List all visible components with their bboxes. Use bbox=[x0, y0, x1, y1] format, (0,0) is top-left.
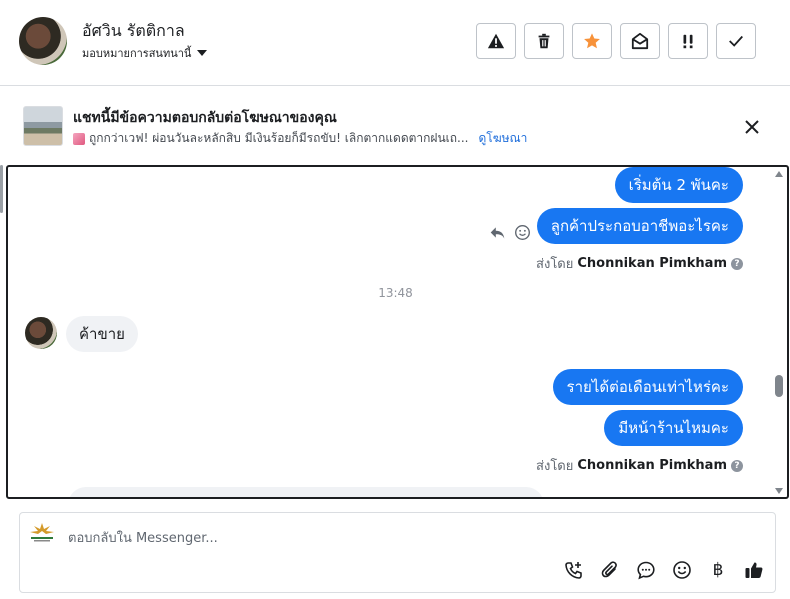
outgoing-message[interactable]: รายได้ต่อเดือนเท่าไหร่คะ bbox=[552, 369, 743, 405]
assign-label: มอบหมายการสนทนานี้ bbox=[82, 47, 192, 60]
mark-done-button[interactable] bbox=[716, 23, 756, 59]
warning-icon bbox=[487, 33, 505, 49]
envelope-open-icon bbox=[631, 32, 649, 50]
sent-by-prefix: ส่งโดย bbox=[536, 459, 574, 474]
star-icon bbox=[584, 33, 600, 49]
outgoing-message[interactable]: เริ่มต้น 2 พันคะ bbox=[614, 167, 743, 203]
payment-button[interactable]: ฿ bbox=[707, 559, 729, 581]
sender-name[interactable]: Chonnikan Pimkham bbox=[577, 256, 727, 271]
sent-by-label: ส่งโดย Chonnikan Pimkham ? bbox=[536, 455, 743, 476]
help-icon[interactable]: ? bbox=[731, 459, 743, 472]
message-input[interactable]: ตอบกลับใน Messenger... bbox=[68, 527, 218, 548]
incoming-message-partial[interactable] bbox=[68, 487, 544, 497]
saved-reply-button[interactable] bbox=[635, 559, 657, 581]
contact-name[interactable]: อัศวิน รัตติกาล bbox=[82, 19, 185, 44]
outgoing-message[interactable]: มีหน้าร้านไหมคะ bbox=[604, 410, 743, 446]
baht-icon: ฿ bbox=[712, 560, 724, 580]
assign-conversation-dropdown[interactable]: มอบหมายการสนทนานี้ bbox=[82, 44, 208, 62]
gift-emoji-icon bbox=[73, 132, 85, 145]
mark-unread-button[interactable] bbox=[620, 23, 660, 59]
react-emoji-icon[interactable] bbox=[514, 224, 531, 241]
ad-snippet-row: ถูกกว่าเวฟ! ผ่อนวันละหลักสิบ มีเงินร้อยก… bbox=[73, 129, 527, 148]
delete-button[interactable] bbox=[524, 23, 564, 59]
page-logo-icon bbox=[30, 523, 54, 542]
contact-avatar[interactable] bbox=[19, 17, 67, 65]
conversation-header: อัศวิน รัตติกาล มอบหมายการสนทนานี้ bbox=[0, 0, 790, 86]
message-actions bbox=[489, 224, 531, 241]
exclamation-icon bbox=[683, 34, 693, 49]
attachment-icon bbox=[601, 561, 617, 578]
attachment-button[interactable] bbox=[599, 559, 621, 581]
view-ad-link[interactable]: ดูโฆษณา bbox=[478, 129, 527, 148]
scroll-up-arrow[interactable] bbox=[775, 171, 783, 177]
call-add-icon bbox=[565, 562, 582, 579]
thumbs-up-button[interactable] bbox=[743, 559, 765, 581]
thumbs-up-icon bbox=[745, 562, 763, 578]
emoji-button[interactable] bbox=[671, 559, 693, 581]
message-thread[interactable]: เริ่มต้น 2 พันคะ ลูกค้าประกอบอาชีพอะไรคะ… bbox=[6, 165, 789, 499]
call-add-button[interactable] bbox=[563, 559, 585, 581]
trash-icon bbox=[538, 33, 550, 49]
incoming-message[interactable]: ค้าขาย bbox=[66, 316, 138, 352]
spam-button[interactable] bbox=[476, 23, 516, 59]
reply-composer[interactable]: ตอบกลับใน Messenger... ฿ bbox=[19, 512, 776, 593]
contact-avatar-small[interactable] bbox=[25, 317, 57, 349]
composer-toolbar: ฿ bbox=[563, 559, 765, 581]
sent-by-label: ส่งโดย Chonnikan Pimkham ? bbox=[536, 253, 743, 274]
outgoing-message[interactable]: ลูกค้าประกอบอาชีพอะไรคะ bbox=[536, 208, 743, 244]
check-icon bbox=[729, 35, 743, 47]
left-scroll-edge bbox=[0, 165, 3, 213]
message-timestamp: 13:48 bbox=[378, 286, 413, 300]
ad-banner-title: แชทนี้มีข้อความตอบกลับต่อโฆษณาของคุณ bbox=[73, 110, 337, 126]
follow-up-button[interactable] bbox=[668, 23, 708, 59]
star-button[interactable] bbox=[572, 23, 612, 59]
scrollbar-thumb[interactable] bbox=[775, 375, 783, 397]
caret-down-icon bbox=[197, 50, 208, 56]
reply-icon[interactable] bbox=[489, 224, 506, 241]
ad-reply-banner: แชทนี้มีข้อความตอบกลับต่อโฆษณาของคุณ ถูก… bbox=[0, 87, 790, 163]
conversation-toolbar bbox=[476, 23, 756, 59]
scroll-down-arrow[interactable] bbox=[775, 488, 783, 494]
close-icon[interactable] bbox=[742, 117, 762, 137]
ad-thumbnail[interactable] bbox=[23, 106, 63, 146]
saved-reply-icon bbox=[637, 561, 655, 580]
sent-by-prefix: ส่งโดย bbox=[536, 257, 574, 272]
help-icon[interactable]: ? bbox=[731, 257, 743, 270]
emoji-icon bbox=[673, 561, 691, 579]
ad-snippet: ถูกกว่าเวฟ! ผ่อนวันละหลักสิบ มีเงินร้อยก… bbox=[89, 131, 469, 145]
sender-name[interactable]: Chonnikan Pimkham bbox=[577, 458, 727, 473]
